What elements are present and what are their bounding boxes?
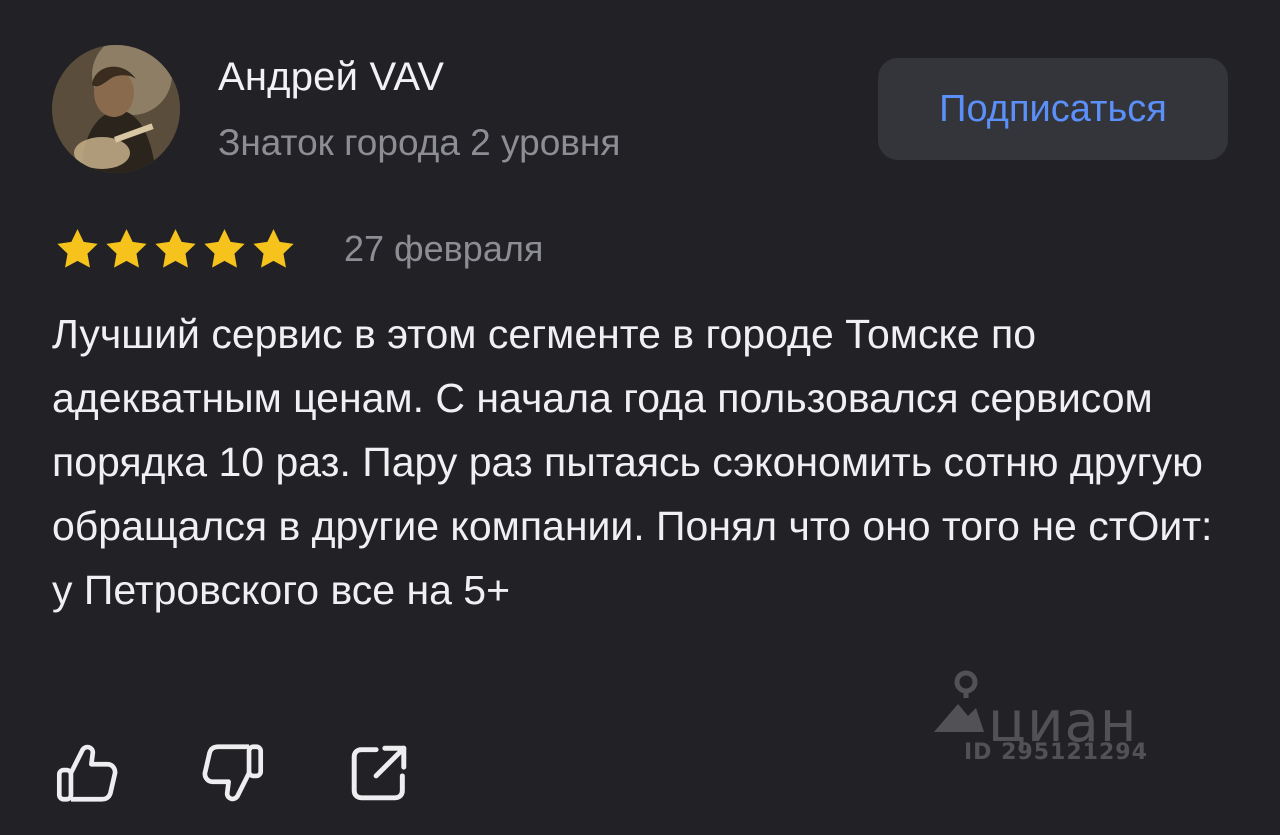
thumbs-up-icon	[56, 744, 118, 802]
like-button[interactable]	[52, 738, 122, 808]
review-card: Андрей VAV Знаток города 2 уровня Подпис…	[0, 0, 1280, 835]
star-icon	[155, 229, 196, 268]
star-icon	[57, 229, 98, 268]
review-text: Лучший сервис в этом сегменте в городе Т…	[52, 311, 1213, 613]
share-icon	[351, 745, 407, 801]
star-icon	[253, 229, 294, 268]
author-level: Знаток города 2 уровня	[218, 122, 621, 163]
avatar[interactable]	[52, 45, 180, 173]
star-icon	[106, 229, 147, 268]
dislike-button[interactable]	[198, 738, 268, 808]
review-date: 27 февраля	[344, 228, 544, 269]
star-icon	[204, 229, 245, 268]
star-rating	[54, 226, 297, 272]
cian-logo-icon	[934, 670, 984, 732]
author-name[interactable]: Андрей VAV	[218, 55, 444, 100]
share-button[interactable]	[344, 738, 414, 808]
avatar-image	[52, 45, 180, 173]
thumbs-down-icon	[202, 744, 264, 802]
watermark-id: ID 295121294	[964, 740, 1148, 765]
watermark: циан ID 295121294	[928, 668, 1168, 768]
subscribe-button[interactable]: Подписаться	[878, 58, 1228, 160]
